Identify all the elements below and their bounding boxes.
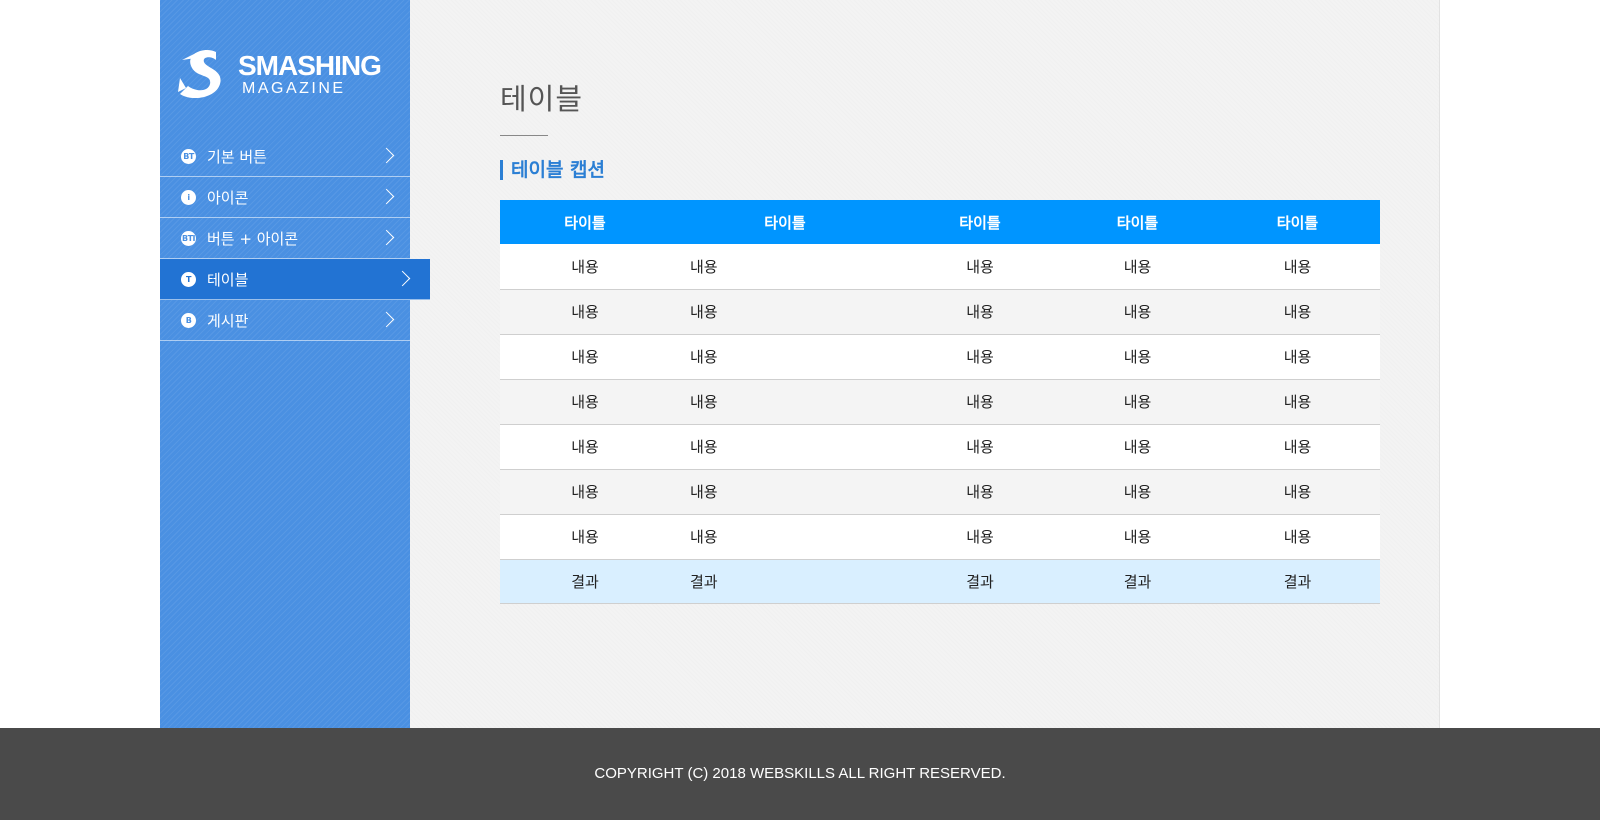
footer: COPYRIGHT (C) 2018 WEBSKILLS ALL RIGHT R… [0,728,1600,820]
table-cell: 내용 [500,379,670,425]
t-circle-icon: T [181,272,196,287]
table-footer-cell: 결과 [1060,559,1215,604]
table-cell: 내용 [500,424,670,470]
table-cell: 내용 [1215,424,1380,470]
table-cell: 내용 [670,469,900,515]
table-cell: 내용 [1060,334,1215,380]
main-wrapper: SMASHING MAGAZINE BT 기본 버튼 i 아이콘 BTI 버튼 … [160,0,1440,728]
table-footer-row: 결과 결과 결과 결과 결과 [500,559,1380,604]
table-cell: 내용 [900,334,1060,380]
table-cell: 내용 [1060,469,1215,515]
table-row: 내용 내용 내용 내용 내용 [500,514,1380,560]
table-cell: 내용 [500,469,670,515]
table-footer-cell: 결과 [1215,559,1380,604]
table-cell: 내용 [670,514,900,560]
chevron-right-icon [378,188,395,205]
table-cell: 내용 [900,469,1060,515]
table-cell: 내용 [1060,514,1215,560]
table-footer-cell: 결과 [900,559,1060,604]
table-cell: 내용 [500,514,670,560]
sidebar-item-icon[interactable]: i 아이콘 [160,177,410,218]
sidebar-item-label: 기본 버튼 [207,148,267,166]
table-cell: 내용 [670,244,900,290]
table-cell: 내용 [1060,424,1215,470]
table-row: 내용 내용 내용 내용 내용 [500,289,1380,335]
table-cell: 내용 [1215,289,1380,335]
logo-subtitle: MAGAZINE [242,80,346,97]
chevron-right-icon [378,147,395,164]
table-cell: 내용 [1215,514,1380,560]
sidebar: SMASHING MAGAZINE BT 기본 버튼 i 아이콘 BTI 버튼 … [160,0,430,728]
smashing-logo-icon [178,50,221,98]
data-table: 타이틀 타이틀 타이틀 타이틀 타이틀 내용 내용 내용 내용 내용 내용 내용… [500,200,1380,604]
table-cell: 내용 [1215,379,1380,425]
table-row: 내용 내용 내용 내용 내용 [500,469,1380,515]
page: SMASHING MAGAZINE BT 기본 버튼 i 아이콘 BTI 버튼 … [0,0,1600,820]
title-underline [500,135,548,136]
bti-circle-icon: BTI [181,231,196,246]
table-caption: 테이블 캡션 [500,160,605,180]
chevron-right-icon [378,229,395,246]
table-row: 내용 내용 내용 내용 내용 [500,244,1380,290]
page-title: 테이블 [500,82,584,116]
table-cell: 내용 [500,289,670,335]
column-header[interactable]: 타이틀 [500,200,670,244]
table-cell: 내용 [900,244,1060,290]
table-footer-cell: 결과 [670,559,900,604]
table-cell: 내용 [900,289,1060,335]
table-cell: 내용 [670,424,900,470]
table-row: 내용 내용 내용 내용 내용 [500,379,1380,425]
table-cell: 내용 [1060,379,1215,425]
column-header[interactable]: 타이틀 [1215,200,1380,244]
table-row: 내용 내용 내용 내용 내용 [500,424,1380,470]
table-header-row: 타이틀 타이틀 타이틀 타이틀 타이틀 [500,200,1380,244]
sidebar-item-table[interactable]: T 테이블 [160,259,430,300]
sidebar-item-basic-button[interactable]: BT 기본 버튼 [160,136,410,177]
sidebar-item-label: 버튼 + 아이콘 [207,230,299,248]
b-circle-icon: B [181,313,196,328]
table-cell: 내용 [1215,334,1380,380]
table-cell: 내용 [1060,244,1215,290]
chevron-right-icon [394,270,411,287]
chevron-right-icon [378,311,395,328]
column-header[interactable]: 타이틀 [1060,200,1215,244]
info-circle-icon: i [181,190,196,205]
table-cell: 내용 [500,334,670,380]
table-cell: 내용 [670,289,900,335]
table-cell: 내용 [1215,469,1380,515]
table-cell: 내용 [900,424,1060,470]
table-footer-cell: 결과 [500,559,670,604]
table-cell: 내용 [670,379,900,425]
sidebar-item-label: 아이콘 [207,189,249,207]
table-cell: 내용 [1060,289,1215,335]
sidebar-item-label: 게시판 [207,312,249,330]
column-header[interactable]: 타이틀 [900,200,1060,244]
copyright-text: COPYRIGHT (C) 2018 WEBSKILLS ALL RIGHT R… [594,765,1006,782]
sidebar-nav: BT 기본 버튼 i 아이콘 BTI 버튼 + 아이콘 T 테이블 B 게시판 [160,136,430,341]
table-cell: 내용 [1215,244,1380,290]
sidebar-item-board[interactable]: B 게시판 [160,300,410,341]
sidebar-item-button-icon[interactable]: BTI 버튼 + 아이콘 [160,218,410,259]
table-row: 내용 내용 내용 내용 내용 [500,334,1380,380]
logo[interactable]: SMASHING MAGAZINE [176,48,406,100]
bt-circle-icon: BT [181,149,196,164]
logo-title: SMASHING [238,50,382,81]
sidebar-item-label: 테이블 [207,271,249,289]
column-header[interactable]: 타이틀 [670,200,900,244]
table-cell: 내용 [900,379,1060,425]
table-cell: 내용 [670,334,900,380]
table-cell: 내용 [500,244,670,290]
table-cell: 내용 [900,514,1060,560]
